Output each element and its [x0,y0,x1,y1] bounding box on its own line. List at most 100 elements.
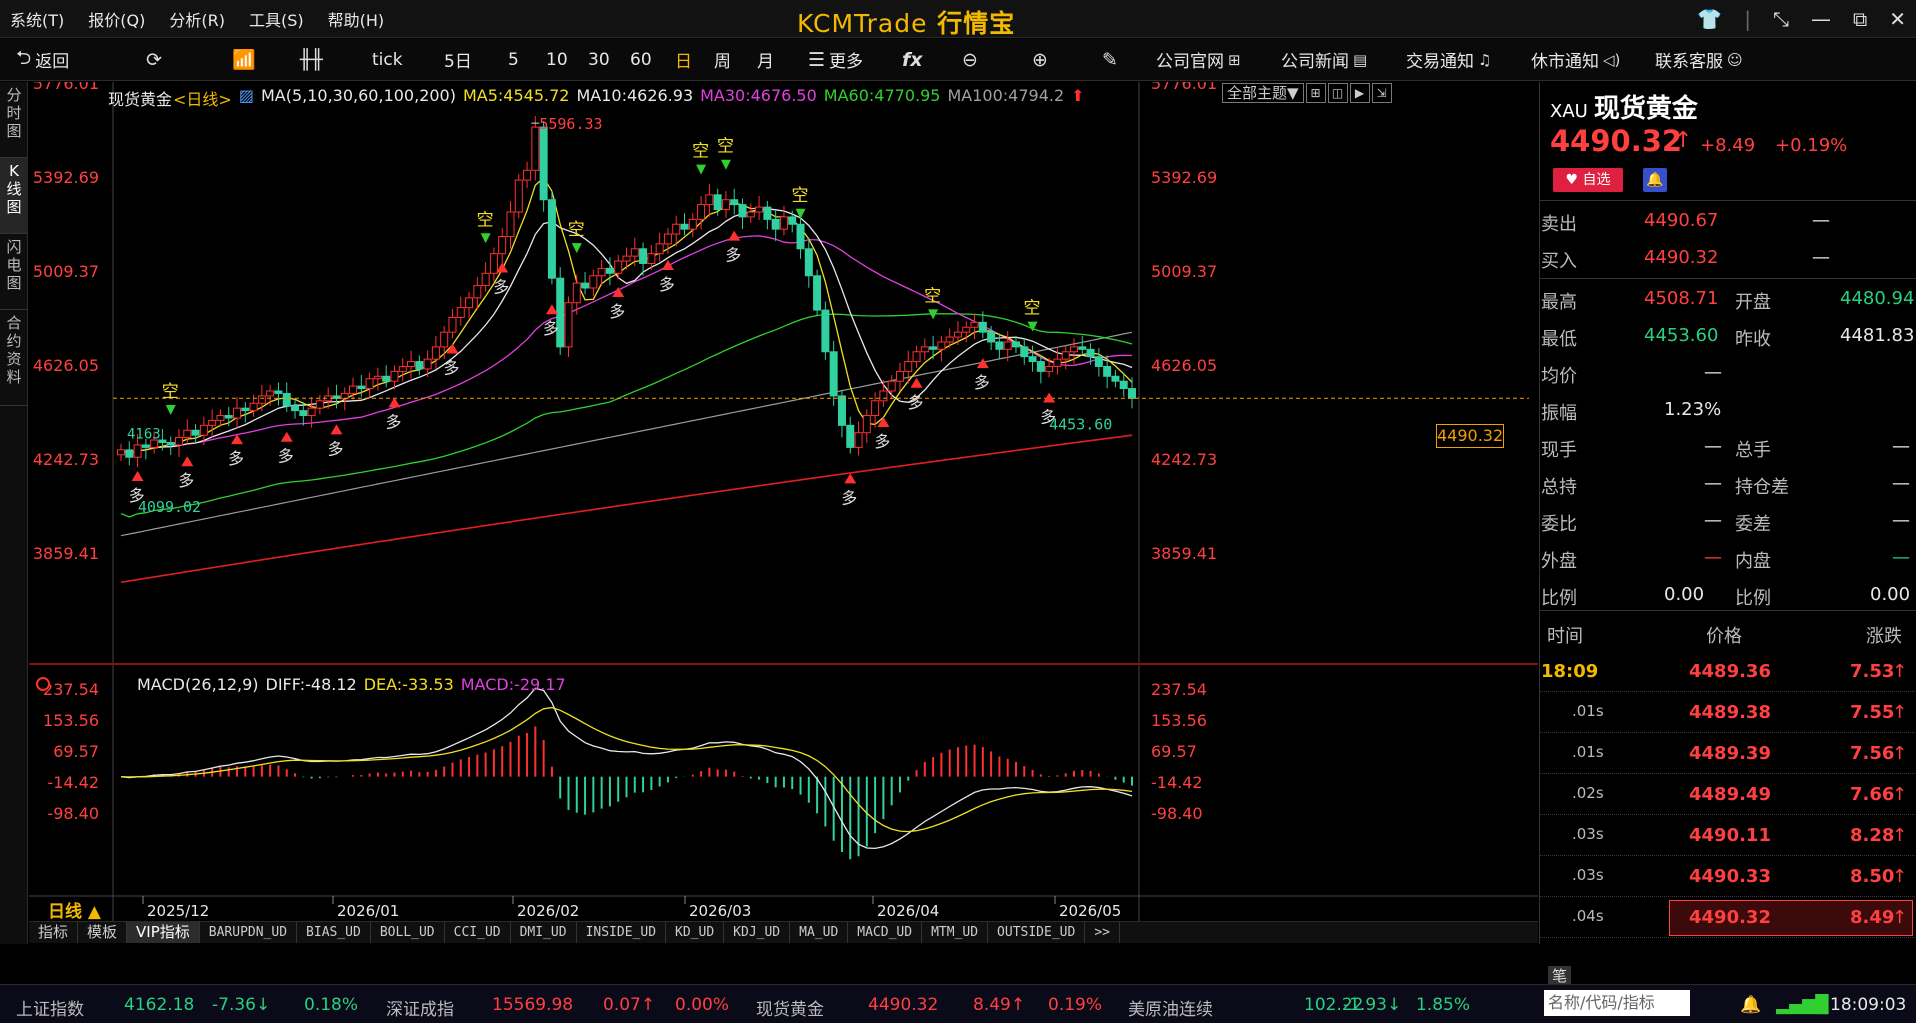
customer-service-link[interactable]: 联系客服 ☺ [1655,47,1743,73]
menu-tools[interactable]: 工具(S) [249,7,304,31]
period-week[interactable]: 周 [714,47,731,72]
index-name[interactable]: 深证成指 [386,995,454,1020]
stat-label: 比例 [1735,588,1771,609]
brand-name: 行情宝 [937,9,1016,38]
expand-icon[interactable]: ⇲ [1371,83,1392,103]
shirt-icon[interactable]: 👕 [1697,7,1722,31]
index-name[interactable]: 美原油连续 [1128,995,1213,1020]
tab-bias[interactable]: BIAS_UD [297,922,371,943]
tab-flash[interactable]: 闪电图 [0,234,28,310]
tab-indicator[interactable]: 指标 [29,922,79,943]
tab-vip[interactable]: VIP指标 [127,922,200,943]
macd-y-tick-label: 153.56 [43,711,99,730]
period-month[interactable]: 月 [757,47,774,72]
line-chart-button[interactable]: 📶 [232,48,256,71]
trade-notice-link[interactable]: 交易通知 ♫ [1406,47,1491,73]
tab-timeshare[interactable]: 分时图 [0,82,28,158]
play-icon[interactable]: ▶ [1349,83,1370,103]
tab-dmi[interactable]: DMI_UD [511,922,577,943]
grid-icon[interactable]: ⊞ [1305,83,1326,103]
candle-body [697,204,706,220]
index-name[interactable]: 上证指数 [16,995,84,1020]
draw-button[interactable]: ✎ [1102,49,1118,71]
more-button[interactable]: ☰ 更多 [808,47,863,73]
refresh-button[interactable]: ⟳ [146,49,162,71]
candle-body [1028,356,1037,363]
alert-button[interactable]: 🔔 [1643,168,1667,192]
tab-cci[interactable]: CCI_UD [445,922,511,943]
period-30min[interactable]: 30 [588,50,610,70]
tab-outside[interactable]: OUTSIDE_UD [988,922,1086,943]
period-label[interactable]: 日线 ▲ [48,897,101,922]
tab-barupdn[interactable]: BARUPDN_UD [200,922,298,943]
menu-analysis[interactable]: 分析(R) [169,7,225,31]
quote-stat-row: 最低 4453.60 昨收 4481.83 [1540,317,1916,354]
more-ma-icon[interactable]: ⬆ [1071,86,1084,110]
tick-mode-tab[interactable]: 笔 [1548,966,1572,986]
tab-template[interactable]: 模板 [78,922,128,943]
title-bar: 系统(T) 报价(Q) 分析(R) 工具(S) 帮助(H) KCMTrade 行… [0,0,1916,38]
up-arrow-icon: ↑ [1892,661,1908,682]
tab-macd[interactable]: MACD_UD [848,922,923,943]
period-60min[interactable]: 60 [630,50,652,70]
candle-body [755,206,764,213]
period-10min[interactable]: 10 [546,50,568,70]
stat-label: 比例 [1541,588,1577,609]
zoom-in-button[interactable]: ⊕ [1032,49,1048,71]
add-favorite-button[interactable]: ♥ 自选 [1553,168,1623,192]
layout-icon[interactable]: ◫ [1327,83,1348,103]
tab-contract[interactable]: 合约资料 [0,310,28,406]
market-close-link[interactable]: 休市通知 ◁) [1531,47,1620,73]
tab-more[interactable]: >> [1085,922,1120,943]
sell-marker-label: 空 [692,142,709,162]
chart-area[interactable]: 5776.01 5776.01 5392.69 5392.69 5009.37 5009.… [29,82,1538,944]
tick-price: 4489.38 [1689,702,1771,723]
candle-body [398,365,407,372]
ma-legend-icon[interactable]: ▨ [239,86,254,110]
candle-body [465,297,474,309]
zoom-out-button[interactable]: ⊖ [962,49,978,71]
macd-settings-icon[interactable] [36,677,50,691]
ma5-label: MA5:4545.72 [462,86,570,105]
alarm-icon[interactable]: 🔔 [1740,995,1761,1015]
tab-ma[interactable]: MA_UD [790,922,849,943]
tick-time: .03s [1572,825,1604,843]
close-icon[interactable]: ✕ [1889,7,1906,31]
candle-button[interactable]: ╫╫ [300,49,323,71]
candle-body [415,361,424,370]
period-5day[interactable]: 5日 [444,47,472,72]
company-site-link[interactable]: 公司官网 ⊞ [1156,47,1241,73]
sell-arrow-icon [480,233,491,244]
kline-chart[interactable]: 5776.01 5776.01 5392.69 5392.69 5009.37 5009.… [29,82,1538,944]
candle-body [1011,341,1020,348]
tab-inside[interactable]: INSIDE_UD [577,922,667,943]
ma10-label: MA10:4626.93 [576,86,694,105]
tick-time: .01s [1572,743,1604,761]
index-name[interactable]: 现货黄金 [756,995,824,1020]
period-day[interactable]: 日 [675,47,692,72]
tab-kdj[interactable]: KDJ_UD [724,922,791,943]
theme-select[interactable]: 全部主题▼ [1222,83,1304,103]
period-tick[interactable]: tick [372,50,403,70]
period-5min[interactable]: 5 [508,50,519,70]
menu-system[interactable]: 系统(T) [10,7,64,31]
candle-body [738,204,747,218]
tab-boll[interactable]: BOLL_UD [371,922,445,943]
globe-icon: ⊞ [1228,50,1241,69]
search-input[interactable]: 名称/代码/指标 [1544,990,1690,1016]
shrink-icon[interactable]: ⤡ [1773,7,1789,31]
tick-row: .04s 4490.32 8.49 ↑ [1540,898,1916,938]
tab-kline[interactable]: K线图 [0,158,28,234]
back-button[interactable]: ⮌ 返回 [16,44,69,76]
minimize-icon[interactable]: — [1811,7,1831,31]
company-news-link[interactable]: 公司新闻 ▤ [1281,47,1367,73]
menu-help[interactable]: 帮助(H) [328,7,385,31]
formula-button[interactable]: fx [902,49,923,71]
pin-icon[interactable]: | [1744,7,1751,31]
tab-kd[interactable]: KD_UD [666,922,725,943]
bell-icon: 🔔 [1646,172,1664,188]
sell-marker-label: 空 [924,286,941,306]
restore-icon[interactable]: ⧉ [1853,7,1867,31]
tab-mtm[interactable]: MTM_UD [922,922,989,943]
menu-quote[interactable]: 报价(Q) [88,7,145,31]
